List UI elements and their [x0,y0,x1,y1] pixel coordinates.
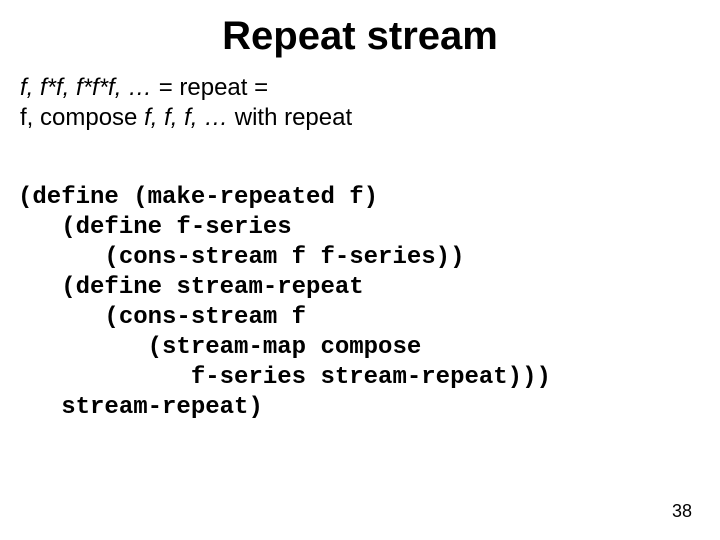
desc-line2-prefix: f, compose [20,104,144,131]
code-line: (cons-stream f [18,304,306,331]
desc-line1-rest: = repeat = [152,74,268,101]
desc-line2-italic: f, f, f, … [144,104,228,131]
code-line: (stream-map compose [18,334,421,361]
desc-line1-italic: f, f*f, f*f*f, … [20,74,152,101]
description-line-1: f, f*f, f*f*f, … = repeat = [20,73,700,103]
slide: Repeat stream f, f*f, f*f*f, … = repeat … [0,0,720,540]
code-block: (define (make-repeated f) (define f-seri… [0,143,720,423]
description-block: f, f*f, f*f*f, … = repeat = f, compose f… [0,65,720,143]
page-number: 38 [672,501,692,522]
code-line: (define f-series [18,214,292,241]
code-line: f-series stream-repeat))) [18,364,551,391]
code-line: (define (make-repeated f) [18,184,378,211]
desc-line2-rest: with repeat [228,104,352,131]
slide-title: Repeat stream [0,0,720,65]
code-line: (define stream-repeat [18,274,364,301]
code-line: stream-repeat) [18,394,263,421]
description-line-2: f, compose f, f, f, … with repeat [20,103,700,133]
code-line: (cons-stream f f-series)) [18,244,464,271]
